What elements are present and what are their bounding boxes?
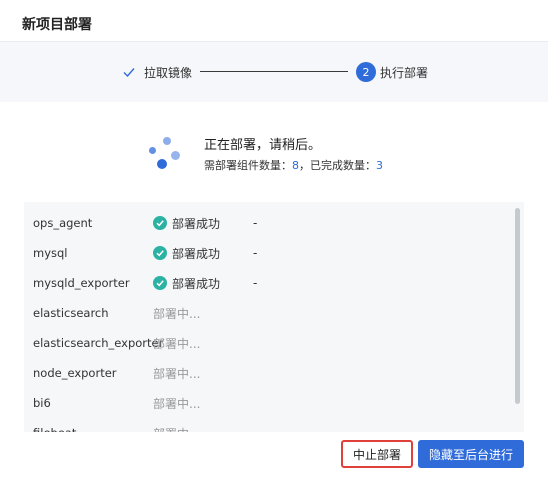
component-name: elasticsearch [33, 306, 109, 320]
success-check-icon [153, 216, 167, 230]
component-status: 部署成功 [153, 215, 220, 232]
component-status-label: 部署中... [153, 366, 201, 381]
component-status: 部署中... [153, 335, 200, 352]
component-status: 部署成功 [153, 245, 220, 262]
done-count: 3 [376, 159, 383, 172]
step-number: 2 [356, 62, 376, 82]
progress-mid: ，已完成数量： [299, 159, 376, 172]
component-extra: - [253, 246, 258, 260]
component-status-label: 部署成功 [172, 276, 221, 291]
component-status-label: 部署中... [153, 336, 201, 351]
component-name: mysqld_exporter [33, 276, 130, 290]
step-label: 执行部署 [380, 65, 429, 80]
list-item: mysqld_exporter 部署成功 - [24, 268, 514, 298]
component-status-label: 部署中... [153, 425, 200, 433]
component-list: ops_agent 部署成功 - mysql 部署成功 - mysqld_exporter 部… [24, 202, 524, 432]
component-name: node_exporter [33, 366, 117, 380]
deploy-dialog: 新项目部署 拉取镜像 2 执行部署 正在部署，请稍后。 需部署组件数量：8，已完… [0, 0, 548, 491]
deploy-status-text: 正在部署，请稍后。 [204, 138, 322, 153]
component-status: 部署成功 [153, 275, 220, 292]
list-item: filebeat 部署中... [24, 418, 514, 432]
list-item: ops_agent 部署成功 - [24, 208, 514, 238]
component-extra: - [253, 276, 258, 290]
list-item: bi6 部署中... [24, 388, 514, 418]
loading-spinner-icon [146, 136, 182, 172]
step-pull-image: 拉取镜像 [122, 63, 192, 81]
component-status: 部署中... [153, 425, 200, 433]
list-item: elasticsearch_exporter 部署中... [24, 328, 514, 358]
check-icon [123, 68, 135, 78]
success-check-icon [153, 276, 167, 290]
progress-prefix: 需部署组件数量： [204, 159, 292, 172]
component-status: 部署中... [153, 395, 200, 412]
stop-deploy-button[interactable]: 中止部署 [341, 440, 413, 468]
steps-bar [0, 42, 548, 102]
deploy-progress-text: 需部署组件数量：8，已完成数量：3 [204, 157, 383, 173]
dialog-title: 新项目部署 [22, 17, 92, 33]
scrollbar[interactable] [515, 208, 520, 404]
component-status-label: 部署中... [153, 396, 201, 411]
list-item: mysql 部署成功 - [24, 238, 514, 268]
component-status-label: 部署中... [153, 306, 201, 321]
component-name: bi6 [33, 396, 51, 410]
list-item: elasticsearch 部署中... [24, 298, 514, 328]
step-execute-deploy: 2 执行部署 [356, 62, 428, 82]
component-extra: - [253, 216, 258, 230]
component-status-label: 部署成功 [172, 216, 221, 231]
component-name: filebeat [33, 426, 76, 432]
component-status: 部署中... [153, 305, 200, 322]
component-name: elasticsearch_exporter [33, 336, 164, 350]
component-name: ops_agent [33, 216, 93, 230]
list-item: node_exporter 部署中... [24, 358, 514, 388]
run-in-background-button[interactable]: 隐藏至后台进行 [418, 440, 524, 468]
step-connector [200, 71, 348, 72]
component-status: 部署中... [153, 365, 200, 382]
component-name: mysql [33, 246, 68, 260]
component-status-label: 部署成功 [172, 246, 221, 261]
step-label: 拉取镜像 [144, 65, 193, 80]
total-count: 8 [292, 159, 299, 172]
success-check-icon [153, 246, 167, 260]
